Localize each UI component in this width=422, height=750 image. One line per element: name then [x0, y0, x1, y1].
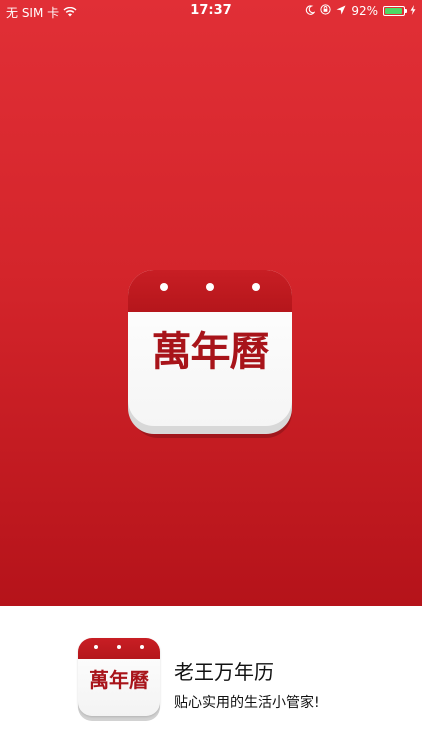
- binder-ring-icon: [206, 283, 214, 291]
- binder-ring-icon: [94, 645, 98, 649]
- logo-page: 萬年曆: [128, 270, 292, 426]
- binder-ring-icon: [160, 283, 168, 291]
- binder-ring-icon: [140, 645, 144, 649]
- battery-percent: 92%: [351, 4, 378, 18]
- splash-screen: 无 SIM 卡 17:37 92% 萬年曆: [0, 0, 422, 606]
- logo-title: 萬年曆: [151, 328, 270, 375]
- app-slogan: 贴心实用的生活小管家!: [174, 695, 320, 711]
- status-right: 92%: [305, 4, 416, 18]
- battery-cap: [405, 9, 407, 13]
- app-icon-title: 萬年曆: [89, 668, 149, 692]
- charging-bolt-icon: [410, 4, 416, 18]
- battery-icon: [383, 6, 407, 16]
- location-arrow-icon: [336, 4, 346, 18]
- orientation-lock-icon: [320, 4, 331, 18]
- app-icon: 萬年曆: [78, 638, 160, 722]
- moon-icon: [305, 4, 316, 18]
- splash-logo: 萬年曆: [128, 270, 292, 438]
- binder-ring-icon: [252, 283, 260, 291]
- status-bar: 无 SIM 卡 17:37 92%: [0, 0, 422, 22]
- binder-ring-icon: [117, 645, 121, 649]
- app-name: 老王万年历: [174, 660, 274, 684]
- footer: 萬年曆 老王万年历 贴心实用的生活小管家!: [0, 606, 422, 750]
- app-icon-page: 萬年曆: [78, 638, 160, 716]
- battery-fill: [385, 8, 402, 14]
- logo-band: [128, 270, 292, 312]
